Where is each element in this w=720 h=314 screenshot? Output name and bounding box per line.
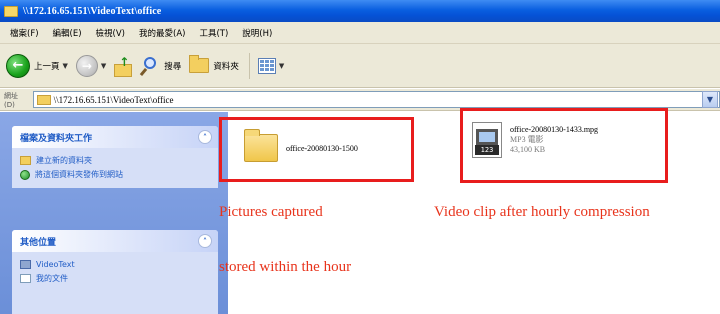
file-tasks-body: 建立新的資料夾 將這個資料夾發佈到網站	[12, 148, 218, 188]
search-button[interactable]: 搜尋	[140, 51, 181, 81]
file-tasks-title: 檔案及資料夾工作	[20, 133, 93, 144]
menu-help[interactable]: 說明(H)	[242, 27, 272, 39]
folder-icon	[4, 5, 18, 17]
address-input[interactable]: \\172.16.65.151\VideoText\office	[32, 91, 720, 108]
address-text: \\172.16.65.151\VideoText\office	[53, 94, 174, 105]
pictures-highlight-box	[219, 117, 414, 182]
window-title: \\172.16.65.151\VideoText\office	[23, 5, 162, 17]
menu-tools[interactable]: 工具(T)	[199, 27, 228, 39]
task-publish-web[interactable]: 將這個資料夾發佈到網站	[20, 168, 210, 181]
up-folder-button[interactable]: ↑	[114, 51, 133, 81]
other-places-pane: 其他位置 ˄ VideoText 我的文件	[12, 230, 218, 314]
back-arrow-icon: ←	[6, 53, 30, 78]
folders-button[interactable]: 資料夾	[189, 51, 239, 81]
place-label: VideoText	[36, 260, 75, 269]
forward-button[interactable]: → ▼	[75, 51, 106, 81]
chevron-up-icon[interactable]: ˄	[198, 234, 212, 248]
pictures-annotation-line1: Pictures captured	[219, 204, 323, 220]
chevron-down-icon[interactable]: ▼	[279, 62, 284, 70]
views-icon	[257, 57, 276, 74]
other-places-header[interactable]: 其他位置 ˄	[12, 230, 218, 252]
task-label: 建立新的資料夾	[36, 156, 92, 165]
title-bar: \\172.16.65.151\VideoText\office	[0, 0, 720, 22]
file-tasks-pane: 檔案及資料夾工作 ˄ 建立新的資料夾 將這個資料夾發佈到網站	[12, 126, 218, 188]
menu-favorites[interactable]: 我的最愛(A)	[139, 27, 185, 39]
search-icon	[140, 56, 160, 76]
chevron-up-icon[interactable]: ˄	[198, 130, 212, 144]
back-label: 上一頁	[34, 61, 60, 72]
documents-icon	[20, 274, 31, 283]
network-folder-icon	[20, 260, 31, 269]
toolbar-separator	[248, 52, 250, 79]
menu-file[interactable]: 檔案(F)	[10, 27, 39, 39]
place-label: 我的文件	[36, 274, 68, 283]
video-highlight-box	[460, 108, 668, 183]
menu-view[interactable]: 檢視(V)	[96, 27, 125, 39]
menu-bar: 檔案(F) 編輯(E) 檢視(V) 我的最愛(A) 工具(T) 說明(H)	[0, 22, 720, 44]
folders-icon	[189, 55, 210, 73]
menu-edit[interactable]: 編輯(E)	[53, 27, 82, 39]
back-button[interactable]: ← 上一頁 ▼	[6, 51, 68, 81]
file-tasks-header[interactable]: 檔案及資料夾工作 ˄	[12, 126, 218, 148]
toolbar: ← 上一頁 ▼ → ▼ ↑ 搜尋 資料夾 ▼	[0, 44, 720, 88]
task-label: 將這個資料夾發佈到網站	[35, 170, 123, 179]
folders-label: 資料夾	[213, 61, 239, 72]
chevron-down-icon[interactable]: ▼	[101, 62, 106, 70]
up-folder-icon: ↑	[114, 55, 133, 77]
chevron-down-icon[interactable]: ▼	[63, 62, 68, 70]
address-dropdown-button[interactable]: ▼	[702, 91, 718, 108]
place-my-documents[interactable]: 我的文件	[20, 272, 210, 285]
task-pane: 檔案及資料夾工作 ˄ 建立新的資料夾 將這個資料夾發佈到網站 其他位置 ˄ Vi…	[0, 112, 228, 314]
other-places-title: 其他位置	[20, 237, 57, 248]
new-folder-icon	[20, 156, 31, 165]
globe-icon	[20, 169, 30, 180]
views-button[interactable]: ▼	[257, 51, 284, 81]
pictures-annotation-line2: stored within the hour	[219, 259, 352, 275]
search-label: 搜尋	[164, 61, 182, 72]
forward-arrow-icon: →	[75, 54, 98, 77]
other-places-body: VideoText 我的文件	[12, 252, 218, 292]
task-new-folder[interactable]: 建立新的資料夾	[20, 154, 210, 167]
folder-icon	[36, 94, 51, 105]
address-label: 網址(D)	[4, 91, 18, 109]
video-annotation: Video clip after hourly compression	[434, 204, 650, 220]
place-videotext[interactable]: VideoText	[20, 258, 210, 271]
